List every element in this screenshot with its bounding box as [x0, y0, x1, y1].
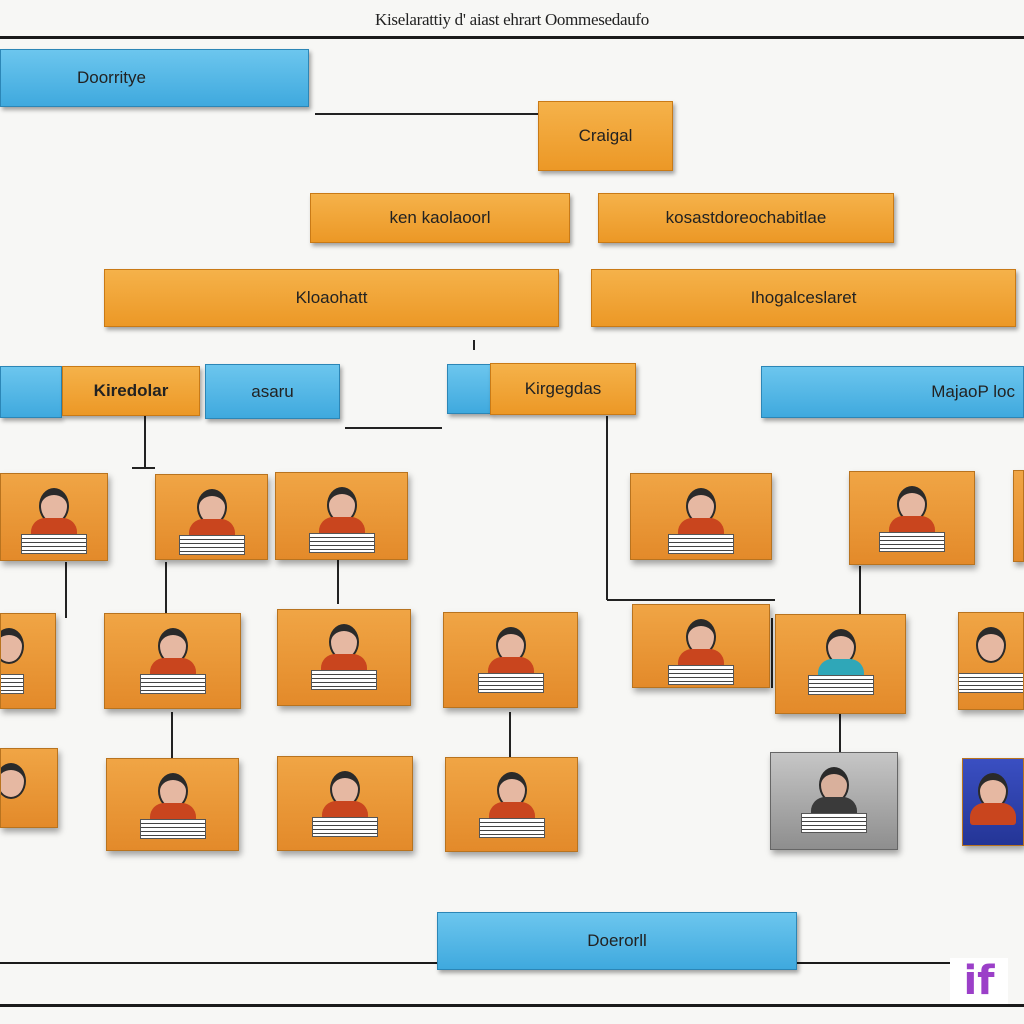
bottom-box[interactable]: Doerorll	[437, 912, 797, 970]
level3-left-box[interactable]: Kloaohatt	[104, 269, 559, 327]
person-card[interactable]	[106, 758, 239, 851]
level3-left-label: Kloaohatt	[295, 288, 368, 307]
root-box[interactable]: Craigal	[538, 101, 673, 171]
person-card[interactable]	[104, 613, 241, 709]
dept-a-side-label: asaru	[251, 381, 294, 401]
dept-a-left-strip	[0, 366, 62, 418]
person-card[interactable]	[1013, 470, 1024, 562]
dept-a-label: Kiredolar	[93, 381, 169, 400]
person-card[interactable]	[630, 473, 772, 560]
level2-right-label: kosastdoreochabitlae	[665, 208, 827, 227]
person-card[interactable]	[0, 613, 56, 709]
person-card[interactable]	[958, 612, 1024, 710]
dept-a-box[interactable]: Kiredolar	[62, 366, 200, 416]
top-left-box[interactable]: Doorritye	[0, 49, 309, 107]
person-card[interactable]	[0, 473, 108, 561]
top-left-label: Doorritye	[77, 68, 146, 87]
person-photo[interactable]	[770, 752, 898, 850]
person-card[interactable]	[275, 472, 408, 560]
dept-c-box[interactable]: MajaoP loc	[761, 366, 1024, 418]
level3-right-box[interactable]: Ihogalceslaret	[591, 269, 1016, 327]
person-card[interactable]	[849, 471, 975, 565]
dept-c-label: MajaoP loc	[931, 382, 1015, 401]
level2-left-box[interactable]: ken kaolaoorl	[310, 193, 570, 243]
person-card[interactable]	[443, 612, 578, 708]
watermark-logo: if	[950, 958, 1008, 1004]
person-card[interactable]	[445, 757, 578, 852]
person-card[interactable]	[277, 609, 411, 706]
dept-b-left-strip	[447, 364, 491, 414]
dept-a-side-box[interactable]: asaru	[205, 364, 340, 419]
person-card[interactable]	[632, 604, 770, 688]
person-card[interactable]	[775, 614, 906, 714]
level2-right-box[interactable]: kosastdoreochabitlae	[598, 193, 894, 243]
person-card[interactable]	[155, 474, 268, 560]
bottom-label: Doerorll	[587, 931, 647, 950]
person-card[interactable]	[277, 756, 413, 851]
person-card[interactable]	[0, 748, 58, 828]
level3-right-label: Ihogalceslaret	[750, 288, 857, 307]
person-card[interactable]	[962, 758, 1024, 846]
dept-b-label: Kirgegdas	[524, 379, 602, 398]
dept-b-box[interactable]: Kirgegdas	[490, 363, 636, 415]
root-label: Craigal	[578, 126, 633, 145]
level2-left-label: ken kaolaoorl	[389, 208, 491, 227]
